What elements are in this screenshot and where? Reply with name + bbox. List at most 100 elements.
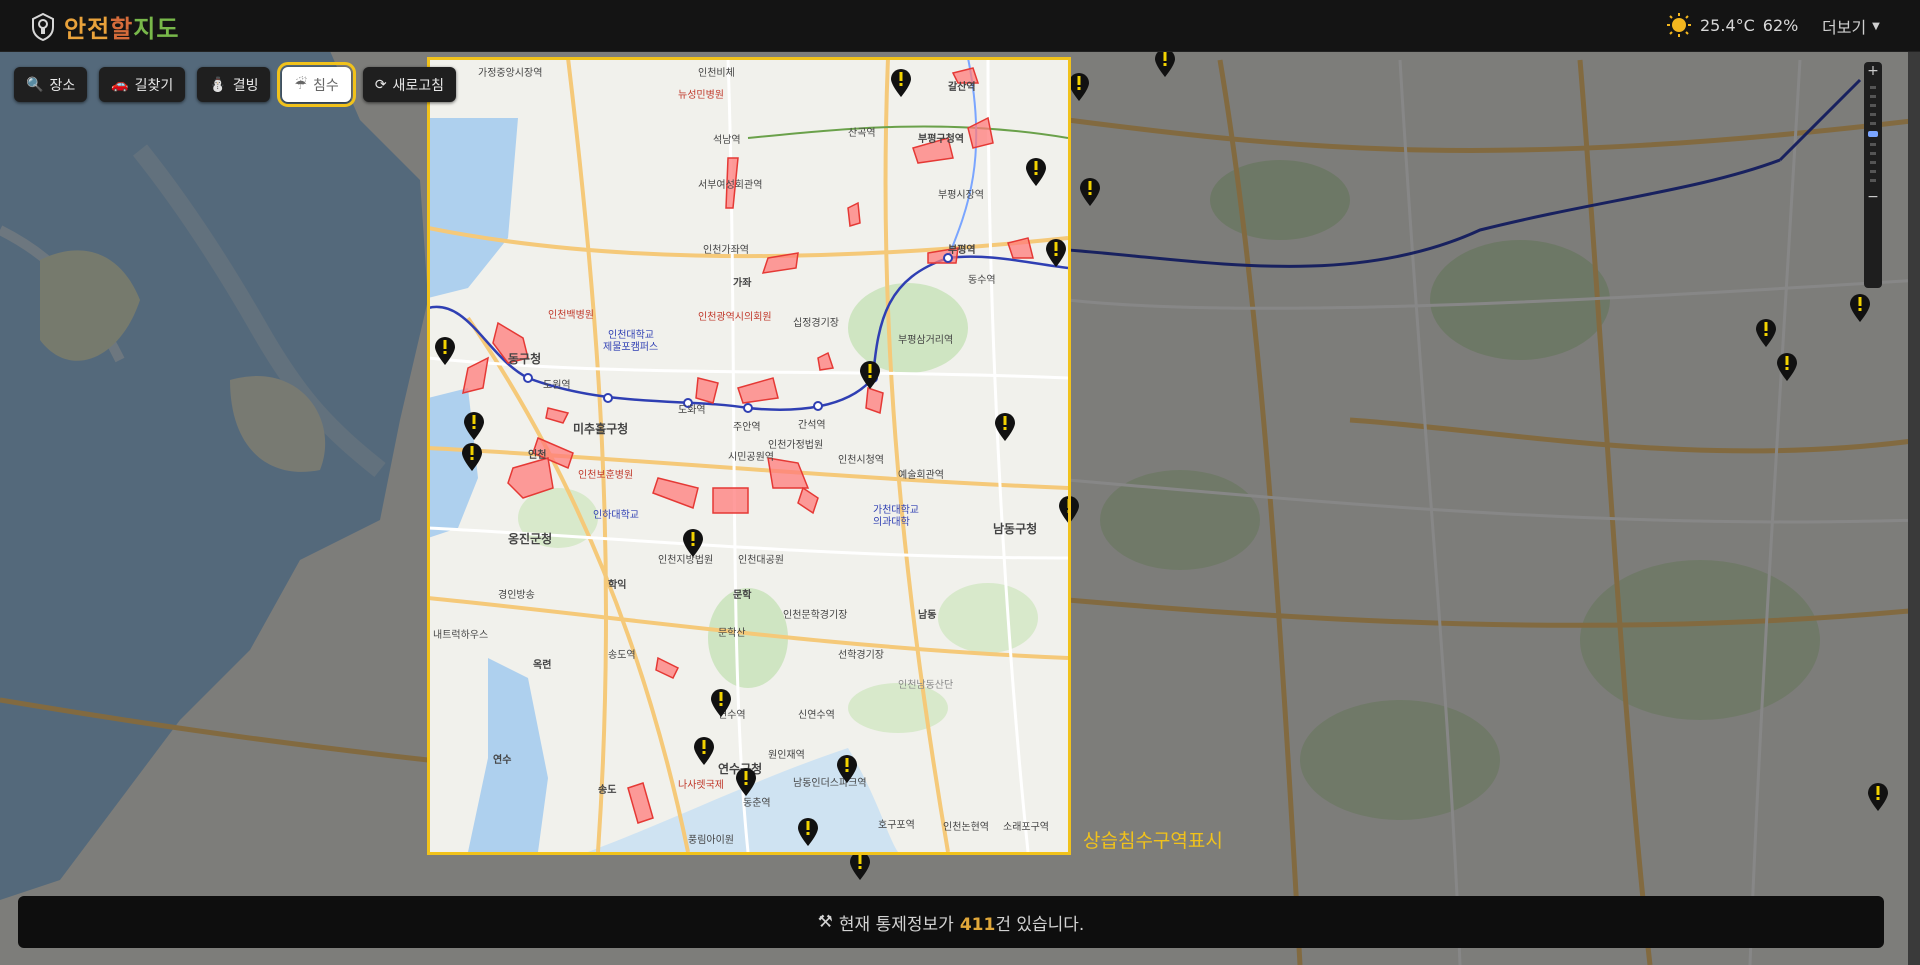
directions-label: 길찾기 — [134, 77, 174, 94]
zoom-out-icon[interactable]: − — [1864, 188, 1882, 206]
zoom-in-icon[interactable]: + — [1864, 62, 1882, 80]
svg-text:예술회관역: 예술회관역 — [898, 469, 944, 481]
svg-text:신연수역: 신연수역 — [798, 709, 835, 721]
car-icon: 🚗 — [111, 76, 129, 93]
flood-overlay-canvas: 가정중앙시장역 인천비체 갈산역 부평구청역 뉴성민병원 석남역 서부여성회관역… — [428, 58, 1068, 852]
svg-text:부평삼거리역: 부평삼거리역 — [898, 334, 953, 346]
warning-marker-icon[interactable] — [859, 360, 881, 390]
svg-text:인천시청역: 인천시청역 — [838, 454, 884, 466]
zoom-tick[interactable] — [1870, 179, 1876, 182]
warning-marker-icon[interactable] — [890, 68, 912, 98]
svg-text:제물포캠퍼스: 제물포캠퍼스 — [603, 341, 658, 353]
weather-widget: 25.4°C 62% — [1666, 12, 1798, 38]
svg-text:인천: 인천 — [528, 448, 546, 461]
svg-text:부평구청역: 부평구청역 — [918, 132, 964, 145]
zoom-tick[interactable] — [1870, 161, 1876, 164]
warning-marker-icon[interactable] — [1154, 48, 1176, 78]
zoom-tick[interactable] — [1870, 170, 1876, 173]
warning-marker-icon[interactable] — [994, 412, 1016, 442]
warning-marker-icon[interactable] — [463, 411, 485, 441]
svg-text:미추홀구청: 미추홀구청 — [573, 421, 628, 436]
zoom-tick[interactable] — [1870, 86, 1876, 89]
warning-marker-icon[interactable] — [693, 736, 715, 766]
svg-text:인천남동산단: 인천남동산단 — [898, 679, 953, 691]
svg-text:가좌: 가좌 — [733, 276, 752, 289]
svg-text:갈산역: 갈산역 — [948, 80, 976, 93]
zoom-tick[interactable] — [1870, 152, 1876, 155]
svg-text:인천가좌역: 인천가좌역 — [703, 244, 749, 256]
warning-marker-icon[interactable] — [1867, 782, 1889, 812]
zoom-tick[interactable] — [1870, 122, 1876, 125]
sun-icon — [1667, 13, 1691, 37]
zoom-tick[interactable] — [1870, 143, 1876, 146]
svg-text:문학: 문학 — [733, 588, 752, 601]
svg-text:경인방송: 경인방송 — [498, 588, 535, 601]
svg-text:풍림아이원: 풍림아이원 — [688, 834, 734, 846]
svg-text:도원역: 도원역 — [543, 379, 571, 391]
warning-marker-icon[interactable] — [797, 817, 819, 847]
warning-marker-icon[interactable] — [1058, 495, 1080, 525]
status-prefix: 현재 통제정보가 — [838, 914, 954, 935]
zoom-tick[interactable] — [1870, 95, 1876, 98]
warning-marker-icon[interactable] — [1025, 157, 1047, 187]
flood-label: 침수 — [313, 77, 339, 94]
svg-text:동구청: 동구청 — [508, 351, 541, 366]
more-menu-button[interactable]: 더보기 ▼ — [1822, 14, 1880, 38]
temperature-text: 25.4°C — [1700, 15, 1755, 35]
warning-marker-icon[interactable] — [1776, 352, 1798, 382]
svg-text:주안역: 주안역 — [733, 421, 761, 433]
svg-text:인천대공원: 인천대공원 — [738, 554, 784, 566]
svg-text:인천가정법원: 인천가정법원 — [768, 439, 823, 451]
svg-text:옥련: 옥련 — [533, 658, 551, 671]
svg-text:호구포역: 호구포역 — [878, 819, 915, 831]
svg-text:시민공원역: 시민공원역 — [728, 451, 774, 463]
warning-marker-icon[interactable] — [1849, 293, 1871, 323]
zoom-tick[interactable] — [1870, 104, 1876, 107]
svg-text:인천논현역: 인천논현역 — [943, 821, 989, 833]
flood-zone-legend-label: 상습침수구역표시 — [1083, 831, 1223, 852]
svg-text:남동: 남동 — [918, 608, 936, 621]
warning-marker-icon[interactable] — [1079, 177, 1101, 207]
place-search-label: 장소 — [49, 77, 76, 94]
warning-marker-icon[interactable] — [461, 442, 483, 472]
warning-marker-icon[interactable] — [434, 336, 456, 366]
svg-text:가천대학교: 가천대학교 — [873, 504, 919, 516]
zoom-control[interactable]: + − — [1864, 62, 1882, 288]
refresh-label: 새로고침 — [392, 77, 445, 94]
zoom-tick[interactable] — [1870, 113, 1876, 116]
umbrella-rain-icon: ☔ — [294, 76, 308, 93]
refresh-button[interactable]: ⟳ 새로고침 — [362, 67, 457, 102]
svg-text:동춘역: 동춘역 — [743, 797, 771, 809]
control-info-status-bar: ⚒ 현재 통제정보가 411건 있습니다. — [18, 896, 1884, 948]
flood-button[interactable]: ☔ 침수 — [277, 62, 356, 107]
warning-marker-icon[interactable] — [735, 767, 757, 797]
warning-marker-icon[interactable] — [682, 528, 704, 558]
svg-text:의과대학: 의과대학 — [873, 516, 910, 528]
svg-text:인천백병원: 인천백병원 — [548, 309, 594, 321]
page-scrollbar[interactable] — [1908, 51, 1920, 965]
control-info-count: 411 — [959, 914, 996, 935]
directions-button[interactable]: 🚗 길찾기 — [99, 67, 186, 102]
warning-marker-icon[interactable] — [1068, 72, 1090, 102]
place-search-button[interactable]: 🔍 장소 — [14, 67, 88, 102]
warning-marker-icon[interactable] — [849, 851, 871, 881]
more-menu-label: 더보기 — [1822, 18, 1867, 37]
refresh-icon: ⟳ — [374, 76, 387, 93]
app-logo[interactable]: 안전할지도 — [30, 9, 179, 44]
map-label: 가정중앙시장역 — [478, 67, 542, 79]
app-title-part: 지도 — [133, 15, 180, 43]
warning-marker-icon[interactable] — [1045, 238, 1067, 268]
svg-text:인천비체: 인천비체 — [698, 67, 735, 79]
svg-text:석남역: 석남역 — [713, 134, 741, 146]
warning-marker-icon[interactable] — [836, 754, 858, 784]
flood-overlay-map[interactable]: 가정중앙시장역 인천비체 갈산역 부평구청역 뉴성민병원 석남역 서부여성회관역… — [428, 58, 1068, 852]
svg-text:뉴성민병원: 뉴성민병원 — [678, 89, 724, 101]
app-title-part: 할 — [110, 15, 134, 43]
warning-marker-icon[interactable] — [1755, 318, 1777, 348]
zoom-level-handle[interactable] — [1868, 131, 1878, 137]
ice-hazard-button[interactable]: ⛄ 결빙 — [197, 67, 271, 102]
caret-down-icon: ▼ — [1872, 20, 1880, 32]
top-bar: 안전할지도 25.4°C 62% 더보기 ▼ — [0, 0, 1920, 52]
warning-marker-icon[interactable] — [710, 688, 732, 718]
svg-text:산곡역: 산곡역 — [848, 127, 876, 139]
